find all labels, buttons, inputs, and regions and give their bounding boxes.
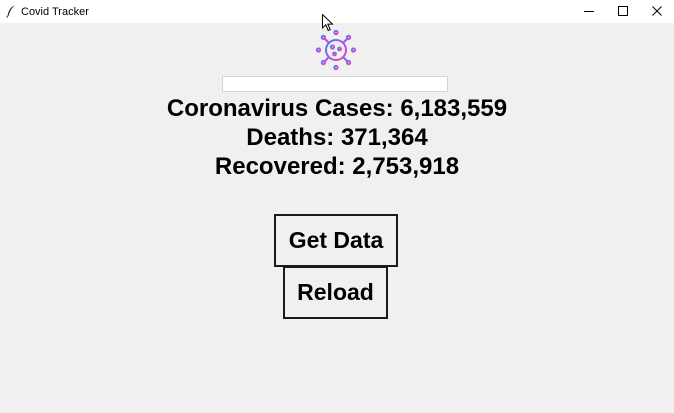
recovered-label: Recovered: 2,753,918 <box>214 153 460 180</box>
mouse-cursor-icon <box>322 13 334 32</box>
app-window: Covid Tracker Coronavirus Cases: 6,183,5… <box>0 0 674 413</box>
cases-label: Coronavirus Cases: 6,183,559 <box>166 95 508 122</box>
window-title: Covid Tracker <box>21 5 89 18</box>
minimize-icon <box>584 3 594 21</box>
close-button[interactable] <box>640 0 674 23</box>
country-input[interactable] <box>222 76 448 92</box>
maximize-button[interactable] <box>606 0 640 23</box>
reload-button[interactable]: Reload <box>283 266 388 319</box>
window-controls <box>572 0 674 23</box>
main-content: Coronavirus Cases: 6,183,559 Deaths: 371… <box>0 23 674 413</box>
get-data-button[interactable]: Get Data <box>274 214 398 267</box>
minimize-button[interactable] <box>572 0 606 23</box>
virus-icon <box>315 29 357 71</box>
close-icon <box>652 3 662 21</box>
title-bar[interactable]: Covid Tracker <box>0 0 674 23</box>
maximize-icon <box>618 3 628 21</box>
deaths-label: Deaths: 371,364 <box>246 124 428 151</box>
feather-icon <box>4 5 18 19</box>
